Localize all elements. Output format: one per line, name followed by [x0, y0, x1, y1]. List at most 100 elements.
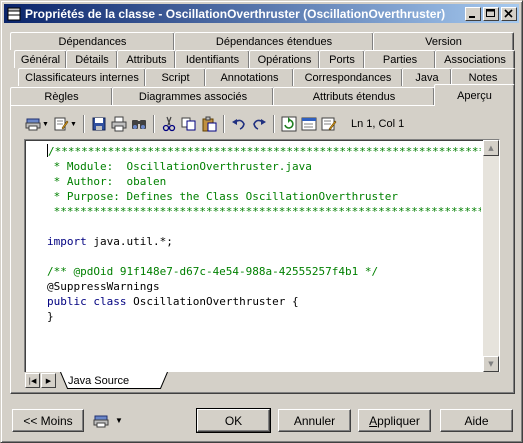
undo-icon [232, 119, 245, 130]
tab-classificateurs-internes[interactable]: Classificateurs internes [18, 68, 146, 86]
tab-strip: Dépendances Dépendances étendues Version… [10, 32, 515, 106]
tab-regles[interactable]: Règles [10, 87, 113, 106]
toolbar-separator [273, 115, 275, 133]
copy-icon [181, 117, 196, 131]
code-comment: * Purpose: Defines the Class Oscillation… [47, 190, 398, 203]
ok-button[interactable]: OK [196, 408, 271, 433]
copy-button[interactable] [179, 114, 199, 134]
refresh-icon [281, 116, 297, 132]
code-line[interactable]: /***************************************… [47, 144, 481, 159]
vertical-scrollbar[interactable]: ▲ ▼ [483, 140, 499, 372]
tab-script[interactable]: Script [145, 68, 206, 86]
tab-dependances[interactable]: Dépendances [10, 32, 175, 50]
cut-icon [162, 116, 176, 132]
close-button[interactable] [501, 6, 517, 21]
tab-associations[interactable]: Associations [435, 50, 515, 68]
redo-button[interactable] [249, 114, 269, 134]
minimize-button[interactable] [465, 6, 481, 21]
code-line[interactable]: * Author: obalen [47, 174, 481, 189]
first-icon: |◀ [28, 376, 37, 385]
scroll-up-button[interactable]: ▲ [483, 140, 499, 156]
print-icon [93, 415, 109, 427]
less-button[interactable]: << Moins [12, 409, 84, 432]
apply-label-rest: ppliquer [377, 413, 420, 428]
save-button[interactable] [89, 114, 109, 134]
cancel-button[interactable]: Annuler [278, 409, 351, 432]
code-line[interactable]: import java.util.*; [47, 234, 481, 249]
tab-general[interactable]: Général [14, 50, 67, 68]
refresh-button[interactable] [279, 114, 299, 134]
edit-menu-button[interactable]: ▼ [51, 114, 79, 134]
code-keyword: public class [47, 295, 127, 308]
print-icon [25, 118, 41, 131]
chevron-down-icon: ▼ [70, 120, 77, 128]
properties-icon [321, 117, 337, 131]
print-options-button[interactable]: ▼ [87, 409, 129, 432]
code-comment: * Module: OscillationOverthruster.java [47, 160, 312, 173]
code-line[interactable]: * Module: OscillationOverthruster.java [47, 159, 481, 174]
tab-identifiants[interactable]: Identifiants [175, 50, 250, 68]
sheet-tab-java-source[interactable]: Java Source [68, 373, 129, 389]
tab-dependances-etendues[interactable]: Dépendances étendues [174, 32, 374, 50]
help-button[interactable]: Aide [440, 409, 513, 432]
tab-version[interactable]: Version [373, 32, 514, 50]
next-icon: ▶ [45, 376, 52, 385]
preview-toolbar: ▼ ▼ Ln 1, Col 1 [23, 113, 503, 135]
tab-correspondances[interactable]: Correspondances [293, 68, 403, 86]
printer-icon [111, 116, 127, 132]
chevron-down-icon: ▼ [488, 360, 494, 368]
paste-icon [202, 116, 217, 132]
view-button[interactable] [299, 114, 319, 134]
code-comment: /** @pdOid 91f148e7-d67c-4e54-988a-42555… [47, 265, 379, 278]
tab-ports[interactable]: Ports [319, 50, 365, 68]
toolbar-separator [83, 115, 85, 133]
code-line[interactable] [47, 249, 481, 264]
tab-operations[interactable]: Opérations [249, 50, 320, 68]
tab-annotations[interactable]: Annotations [205, 68, 294, 86]
tab-parties[interactable]: Parties [364, 50, 436, 68]
code-text[interactable]: /***************************************… [47, 144, 481, 324]
scroll-down-button[interactable]: ▼ [483, 356, 499, 372]
code-comment: * Author: obalen [47, 175, 167, 188]
code-line[interactable]: * Purpose: Defines the Class Oscillation… [47, 189, 481, 204]
tab-attributs[interactable]: Attributs [117, 50, 176, 68]
find-button[interactable] [129, 114, 149, 134]
paste-button[interactable] [199, 114, 219, 134]
chevron-down-icon: ▼ [42, 120, 49, 128]
toolbar-separator [153, 115, 155, 133]
code-line[interactable]: public class OscillationOverthruster { [47, 294, 481, 309]
next-sheet-button[interactable]: ▶ [41, 373, 56, 388]
first-sheet-button[interactable]: |◀ [25, 373, 40, 388]
find-icon [132, 120, 146, 129]
chevron-down-icon: ▼ [115, 416, 123, 425]
save-icon [92, 117, 106, 131]
code-line[interactable]: @SuppressWarnings [47, 279, 481, 294]
properties-button[interactable] [319, 114, 339, 134]
code-line[interactable]: } [47, 309, 481, 324]
apply-button[interactable]: Appliquer [358, 409, 431, 432]
code-line[interactable]: /** @pdOid 91f148e7-d67c-4e54-988a-42555… [47, 264, 481, 279]
cut-button[interactable] [159, 114, 179, 134]
title-bar[interactable]: Propriétés de la classe - OscillationOve… [4, 4, 519, 23]
view-icon [301, 117, 317, 131]
maximize-button[interactable] [483, 6, 499, 21]
tab-details[interactable]: Détails [66, 50, 118, 68]
code-line[interactable]: ****************************************… [47, 204, 481, 219]
properties-dialog: Propriétés de la classe - OscillationOve… [0, 0, 523, 443]
print-button[interactable] [109, 114, 129, 134]
tab-attributs-etendus[interactable]: Attributs étendus [273, 87, 435, 106]
redo-icon [253, 119, 266, 130]
tab-apercu[interactable]: Aperçu [434, 84, 515, 106]
code-text-span: java.util.*; [86, 235, 173, 248]
tab-diagrammes-associes[interactable]: Diagrammes associés [112, 87, 274, 106]
code-text-span: } [47, 310, 54, 323]
undo-button[interactable] [229, 114, 249, 134]
code-preview[interactable]: /***************************************… [24, 139, 500, 373]
sheet-tab-bar: |◀ ▶ Java Source [24, 372, 500, 389]
window-title: Propriétés de la classe - OscillationOve… [25, 6, 446, 21]
code-text-span: @SuppressWarnings [47, 280, 160, 293]
apply-mnemonic: A [369, 413, 378, 428]
code-line[interactable] [47, 219, 481, 234]
print-menu-button[interactable]: ▼ [23, 114, 51, 134]
code-keyword: import [47, 235, 87, 248]
